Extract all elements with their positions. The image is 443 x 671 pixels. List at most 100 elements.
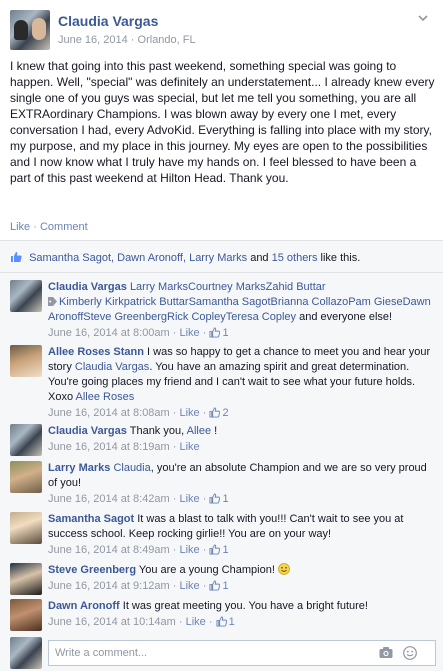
author-avatar[interactable] xyxy=(10,10,50,50)
comment-like-count[interactable]: 1 xyxy=(222,493,228,505)
feedback-section: Samantha Sagot, Dawn Aronoff, Larry Mark… xyxy=(0,240,443,671)
tag-icon xyxy=(48,297,57,306)
meta-separator: · xyxy=(169,327,180,339)
comment-text: You are a young Champion! xyxy=(138,564,275,576)
comment-text: ! xyxy=(211,425,218,437)
avatar[interactable] xyxy=(10,599,42,631)
meta-separator: · xyxy=(199,407,210,419)
comment-meta: June 16, 2014 at 8:19am · Like xyxy=(48,440,436,455)
thumbs-up-icon xyxy=(11,252,22,262)
comment-like-link[interactable]: Like xyxy=(180,327,200,339)
meta-separator: · xyxy=(175,616,186,628)
comment-input[interactable]: Write a comment... xyxy=(48,640,436,666)
comment-body: Samantha Sagot It was a blast to talk wi… xyxy=(48,512,436,558)
comment-meta: June 16, 2014 at 8:08am · Like · 2 xyxy=(48,406,436,421)
comment-text: and everyone else! xyxy=(296,311,393,323)
camera-icon[interactable] xyxy=(379,646,393,659)
comment-meta: June 16, 2014 at 9:12am · Like · 1 xyxy=(48,579,436,594)
author-name[interactable]: Claudia Vargas xyxy=(58,13,158,29)
likes-others[interactable]: 15 others xyxy=(272,252,318,264)
chevron-down-icon[interactable] xyxy=(417,12,429,24)
comment-link[interactable]: Comment xyxy=(40,221,88,233)
meta-separator: · xyxy=(169,544,180,556)
comment-like-count[interactable]: 2 xyxy=(222,407,228,419)
meta-separator: · xyxy=(169,493,180,505)
avatar[interactable] xyxy=(10,345,42,377)
avatar[interactable] xyxy=(10,512,42,544)
actions-separator: · xyxy=(33,221,37,233)
comment-author[interactable]: Steve Greenberg xyxy=(48,564,136,576)
post-header: Claudia Vargas June 16, 2014 · Orlando, … xyxy=(10,10,433,50)
meta-separator: · xyxy=(199,493,210,505)
thumbs-up-icon xyxy=(209,580,221,591)
meta-separator: · xyxy=(205,616,216,628)
comment-meta: June 16, 2014 at 8:42am · Like · 1 xyxy=(48,492,436,507)
comment-meta: June 16, 2014 at 10:14am · Like · 1 xyxy=(48,615,436,630)
comment-like-count[interactable]: 1 xyxy=(222,580,228,592)
comment-time[interactable]: June 16, 2014 at 10:14am xyxy=(48,616,176,628)
comment-time[interactable]: June 16, 2014 at 8:49am xyxy=(48,544,170,556)
comment-time[interactable]: June 16, 2014 at 9:12am xyxy=(48,580,170,592)
comment-meta: June 16, 2014 at 8:00am · Like · 1 xyxy=(48,326,436,341)
comment-body: Steve Greenberg You are a young Champion… xyxy=(48,563,436,594)
comment-like-link[interactable]: Like xyxy=(180,407,200,419)
comment-mention[interactable]: Allee Roses xyxy=(76,391,135,403)
comment-time[interactable]: June 16, 2014 at 8:19am xyxy=(48,441,170,453)
comment-author[interactable]: Claudia Vargas xyxy=(48,425,127,437)
comment-body: Larry Marks Claudia, you're an absolute … xyxy=(48,461,436,507)
avatar[interactable] xyxy=(10,424,42,456)
meta-separator: · xyxy=(169,441,180,453)
likes-and: and xyxy=(247,252,272,264)
smiley-icon xyxy=(278,563,290,575)
smiley-icon[interactable] xyxy=(403,646,417,660)
comment-body: Dawn Aronoff It was great meeting you. Y… xyxy=(48,599,436,630)
avatar xyxy=(10,637,42,669)
comment-text: It was great meeting you. You have a bri… xyxy=(122,600,368,612)
comment-body: Claudia Vargas Larry MarksCourtney Marks… xyxy=(48,280,436,341)
comment-time[interactable]: June 16, 2014 at 8:42am xyxy=(48,493,170,505)
post-location[interactable]: Orlando, FL xyxy=(138,34,196,46)
comment-body: Claudia Vargas Thank you, Allee ! June 1… xyxy=(48,424,436,455)
meta-separator: · xyxy=(130,34,135,46)
likes-suffix: like this. xyxy=(317,252,361,264)
comment-like-link[interactable]: Like xyxy=(180,544,200,556)
comment-like-link[interactable]: Like xyxy=(180,441,200,453)
thumbs-up-icon xyxy=(209,407,221,418)
meta-separator: · xyxy=(169,407,180,419)
avatar[interactable] xyxy=(10,280,42,312)
comment-time[interactable]: June 16, 2014 at 8:08am xyxy=(48,407,170,419)
avatar[interactable] xyxy=(10,461,42,493)
comment-like-count[interactable]: 1 xyxy=(222,327,228,339)
meta-separator: · xyxy=(169,580,180,592)
post-meta: June 16, 2014 · Orlando, FL xyxy=(58,34,196,46)
comment-like-count[interactable]: 1 xyxy=(222,544,228,556)
comment-mention[interactable]: Claudia xyxy=(113,462,150,474)
comment-time[interactable]: June 16, 2014 at 8:00am xyxy=(48,327,170,339)
like-link[interactable]: Like xyxy=(10,221,30,233)
comment-mention[interactable]: Claudia Vargas xyxy=(75,361,149,373)
comment-author[interactable]: Larry Marks xyxy=(48,462,110,474)
thumbs-up-icon xyxy=(209,493,221,504)
comment-composer: Write a comment... xyxy=(10,637,436,669)
comment-like-link[interactable]: Like xyxy=(180,493,200,505)
comment-mention[interactable]: Allee xyxy=(187,425,211,437)
thumbs-up-icon xyxy=(216,616,227,627)
tagged-users[interactable]: Larry MarksCourtney MarksZahid Buttar xyxy=(130,281,326,293)
thumbs-up-icon xyxy=(209,327,221,338)
comment-author[interactable]: Allee Roses Stann xyxy=(48,346,144,358)
comment-author[interactable]: Dawn Aronoff xyxy=(48,600,120,612)
avatar[interactable] xyxy=(10,563,42,595)
comment-author[interactable]: Samantha Sagot xyxy=(48,513,134,525)
comment-meta: June 16, 2014 at 8:49am · Like · 1 xyxy=(48,543,436,558)
likes-summary: Samantha Sagot, Dawn Aronoff, Larry Mark… xyxy=(0,241,443,273)
meta-separator: · xyxy=(199,544,210,556)
post-actions: Like · Comment xyxy=(10,221,88,233)
comment-text: Thank you, xyxy=(129,425,187,437)
comment-like-count[interactable]: 1 xyxy=(229,616,235,628)
comment-like-link[interactable]: Like xyxy=(180,580,200,592)
likers-names[interactable]: Samantha Sagot, Dawn Aronoff, Larry Mark… xyxy=(29,252,247,264)
post-date[interactable]: June 16, 2014 xyxy=(58,34,128,46)
meta-separator: · xyxy=(199,327,210,339)
comment-author[interactable]: Claudia Vargas xyxy=(48,281,127,293)
comment-like-link[interactable]: Like xyxy=(186,616,206,628)
